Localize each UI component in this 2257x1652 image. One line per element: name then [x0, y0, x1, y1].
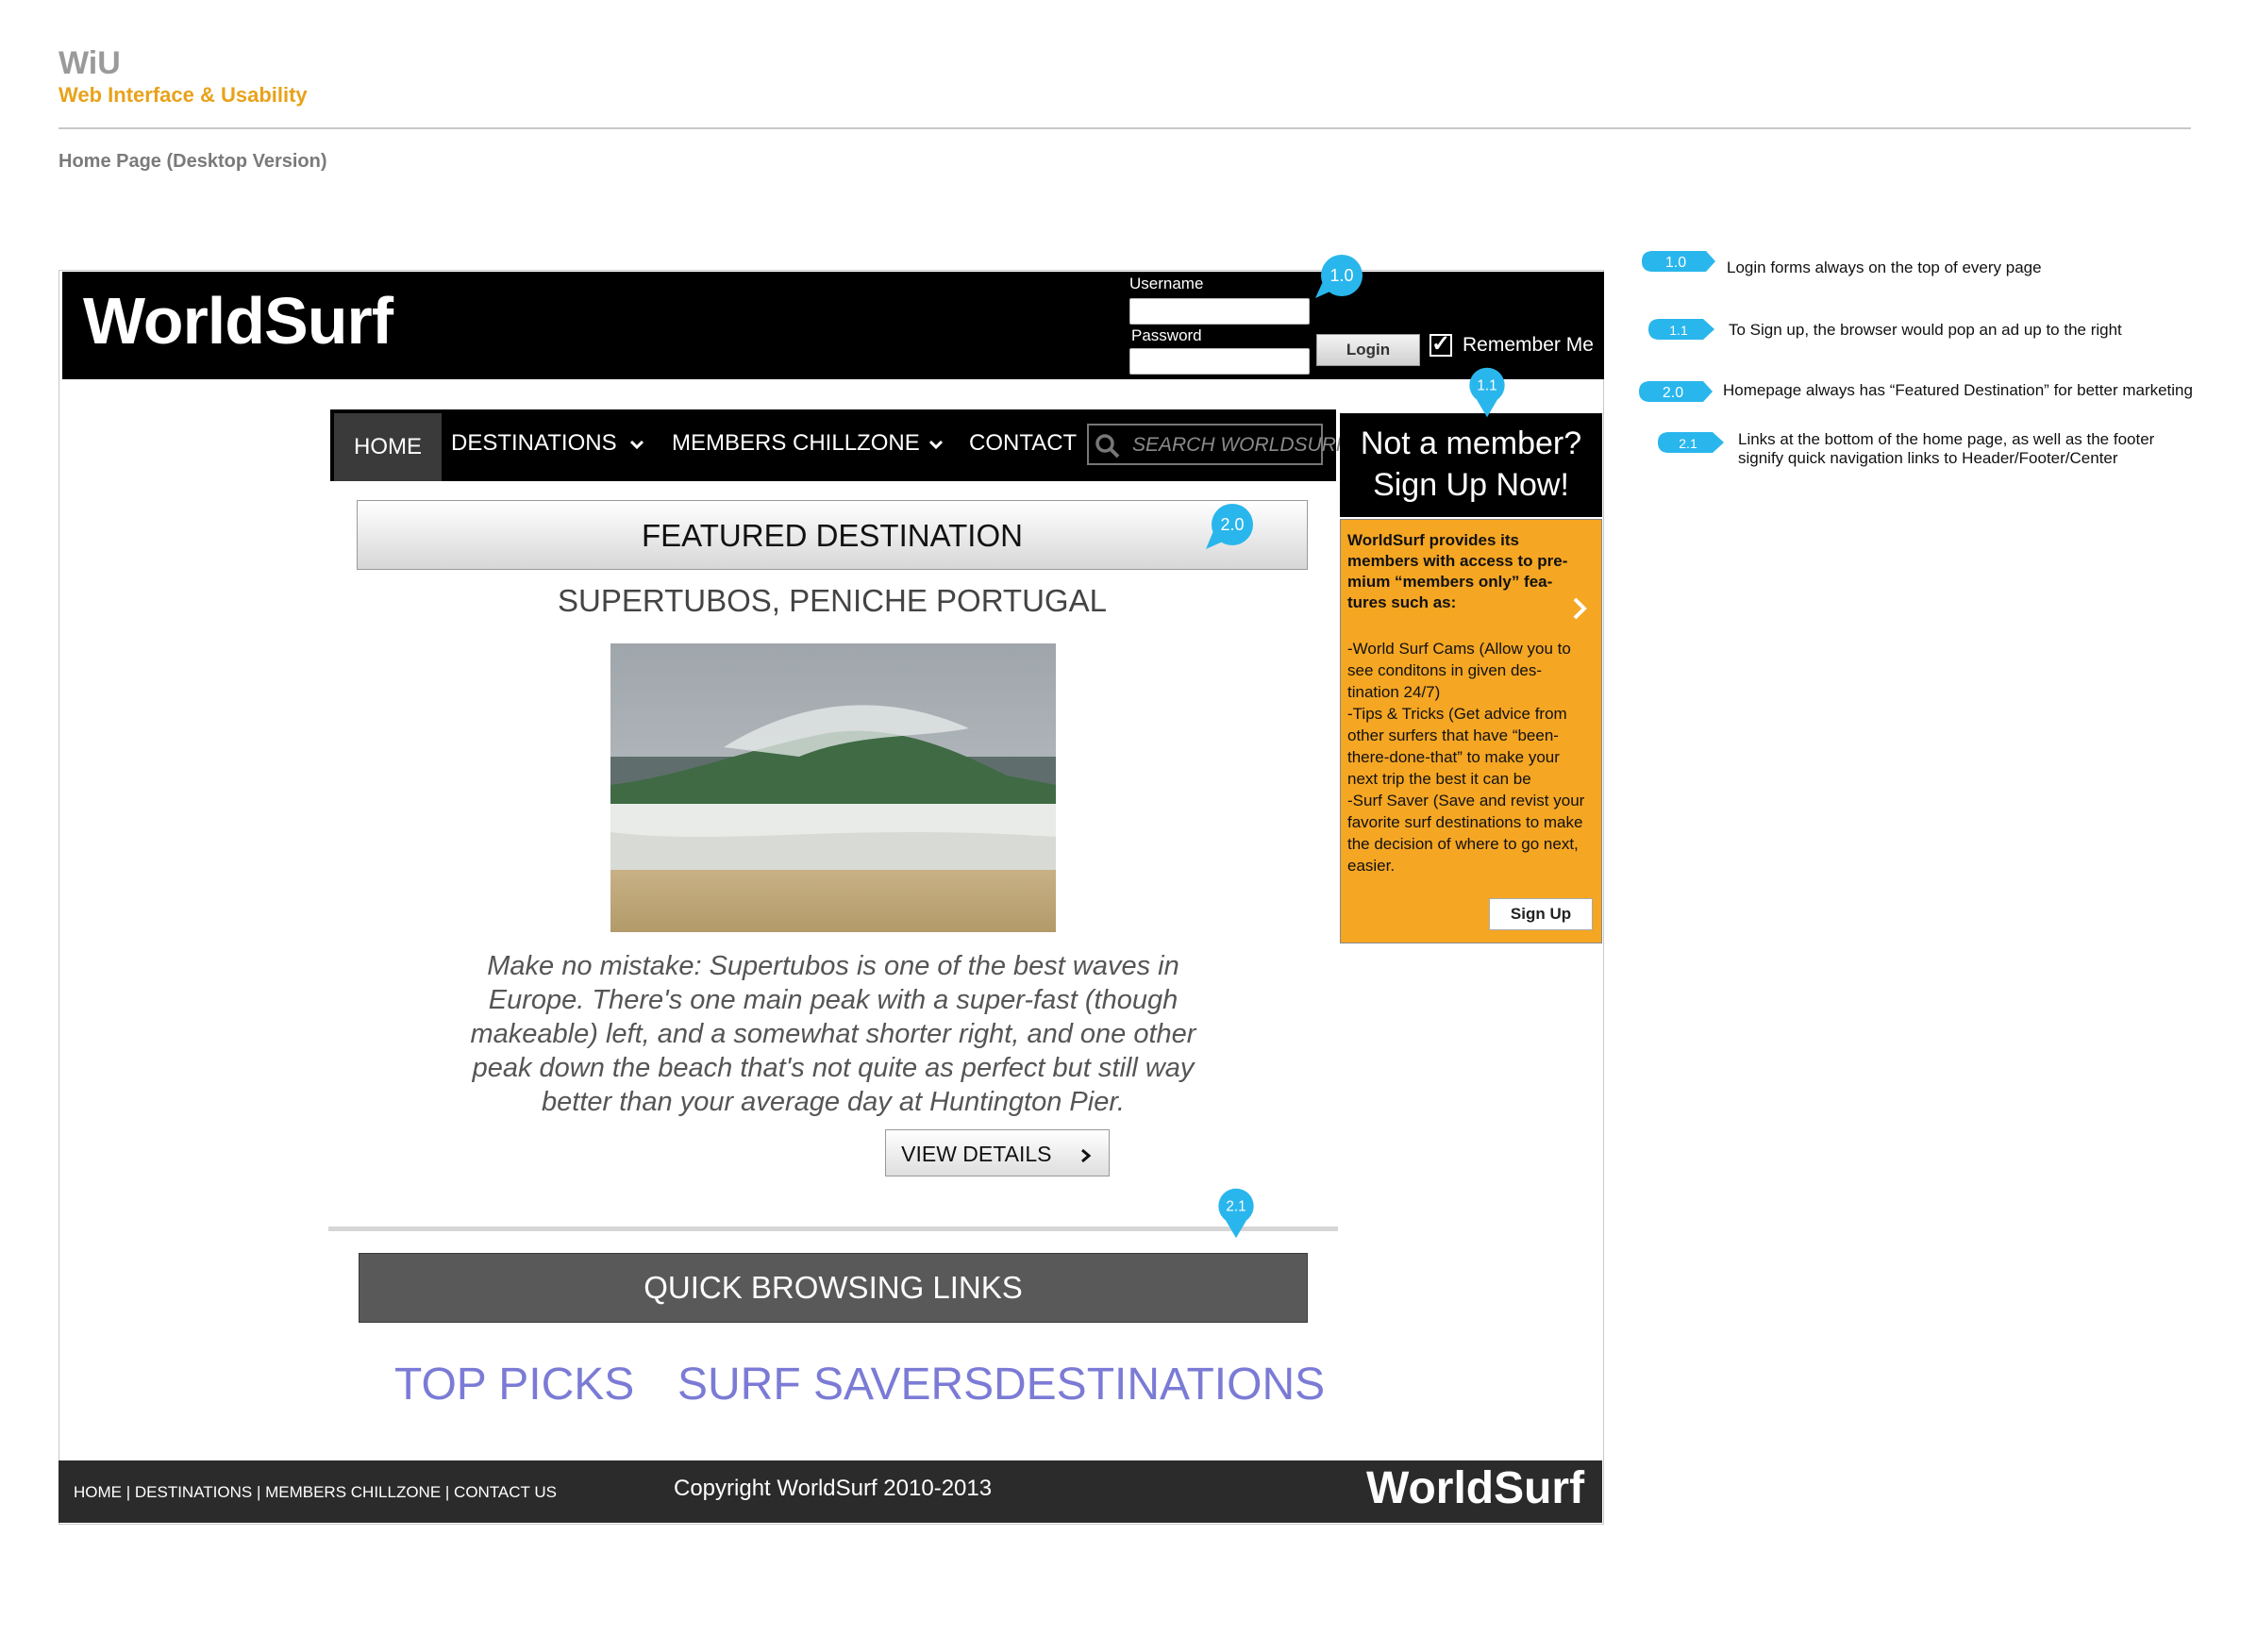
signup-intro: WorldSurf provides its members with acce… [1347, 531, 1568, 611]
svg-text:1.1: 1.1 [1477, 377, 1496, 393]
site-logo[interactable]: WorldSurf [83, 283, 393, 359]
signup-heading[interactable]: Not a member? Sign Up Now! [1340, 413, 1602, 517]
featured-title[interactable]: SUPERTUBOS, PENICHE PORTUGAL [357, 583, 1308, 619]
login-button[interactable]: Login [1316, 334, 1420, 366]
remember-me-label: Remember Me [1463, 334, 1594, 356]
search-placeholder: SEARCH WORLDSURF [1132, 434, 1348, 456]
nav-item-contact[interactable]: CONTACT [969, 430, 1077, 457]
username-label: Username [1129, 275, 1204, 292]
featured-description: Make no mistake: Supertubos is one of th… [470, 951, 1196, 1117]
doc-brand: WiU [59, 45, 121, 81]
svg-text:1.0: 1.0 [1665, 255, 1686, 271]
chevron-right-icon [1080, 1148, 1092, 1163]
featured-destination-bar: FEATURED DESTINATION [357, 500, 1308, 570]
search-icon [1095, 434, 1120, 459]
doc-divider [59, 127, 2191, 129]
quick-browsing-bar: QUICK BROWSING LINKS [359, 1253, 1308, 1323]
annotation-tag: 2.1 [1658, 432, 1724, 453]
annotation-tag: 2.0 [1639, 381, 1713, 402]
password-input[interactable] [1129, 348, 1310, 375]
footer-logo[interactable]: WorldSurf [1366, 1462, 1584, 1514]
nav-item-destinations[interactable]: DESTINATIONS [451, 430, 645, 457]
signup-features: -World Surf Cams (Allow you to see condi… [1347, 638, 1593, 876]
annotation-text: Login forms always on the top of every p… [1727, 259, 2042, 276]
username-input[interactable] [1129, 298, 1310, 325]
sign-up-button[interactable]: Sign Up [1489, 898, 1593, 930]
signup-heading-line2: Sign Up Now! [1373, 467, 1569, 503]
section-divider [328, 1226, 1338, 1231]
chevron-down-icon [630, 440, 644, 449]
svg-text:1.0: 1.0 [1329, 266, 1353, 285]
annotation-text: To Sign up, the browser would pop an ad … [1729, 321, 2122, 339]
annotation-tag: 1.1 [1648, 319, 1714, 340]
annotation-text: Homepage always has “Featured Destinatio… [1723, 381, 2193, 399]
password-label: Password [1131, 326, 1202, 344]
callout-marker-2-0: 2.0 [1206, 504, 1253, 549]
nav-item-label: DESTINATIONS [451, 430, 617, 456]
annotation-tag: 1.0 [1642, 251, 1715, 272]
doc-subtitle: Web Interface & Usability [59, 83, 308, 107]
chevron-down-icon [929, 440, 944, 449]
chevron-right-icon[interactable] [1570, 594, 1589, 623]
callout-marker-1-0: 1.0 [1315, 255, 1363, 298]
footer-copyright: Copyright WorldSurf 2010-2013 [674, 1476, 993, 1501]
featured-wave-photo[interactable] [610, 643, 1056, 932]
svg-text:2.0: 2.0 [1220, 515, 1244, 534]
feature-item: -Tips & Tricks (Get advice from other su… [1347, 705, 1567, 788]
callout-marker-2-1: 2.1 [1218, 1188, 1254, 1239]
quick-link-top-picks[interactable]: TOP PICKS [394, 1359, 634, 1410]
nav-item-home[interactable]: HOME [334, 413, 442, 481]
nav-item-members-chillzone[interactable]: MEMBERS CHILLZONE [672, 430, 945, 457]
view-details-label: VIEW DETAILS [901, 1142, 1052, 1166]
quick-link-destinations[interactable]: DESTINATIONS [994, 1359, 1325, 1410]
annotation-text: Links at the bottom of the home page, as… [1738, 430, 2155, 467]
checkbox-check-icon: ✓ [1431, 331, 1451, 357]
svg-text:1.1: 1.1 [1669, 323, 1688, 338]
doc-page-title: Home Page (Desktop Version) [59, 151, 327, 172]
signup-heading-line1: Not a member? [1360, 426, 1582, 461]
svg-text:2.1: 2.1 [1226, 1198, 1246, 1214]
svg-text:2.1: 2.1 [1679, 436, 1697, 451]
callout-marker-1-1: 1.1 [1469, 367, 1505, 418]
quick-link-surf-savers[interactable]: SURF SAVERS [677, 1359, 994, 1410]
feature-item: -Surf Saver (Save and revist your favori… [1347, 792, 1585, 875]
remember-me-checkbox[interactable]: ✓ [1429, 331, 1452, 357]
svg-text:2.0: 2.0 [1663, 385, 1683, 401]
nav-item-label: MEMBERS CHILLZONE [672, 430, 920, 456]
feature-item: -World Surf Cams (Allow you to see condi… [1347, 640, 1571, 701]
view-details-button[interactable]: VIEW DETAILS [885, 1129, 1110, 1176]
footer-links[interactable]: HOME | DESTINATIONS | MEMBERS CHILLZONE … [74, 1483, 557, 1502]
